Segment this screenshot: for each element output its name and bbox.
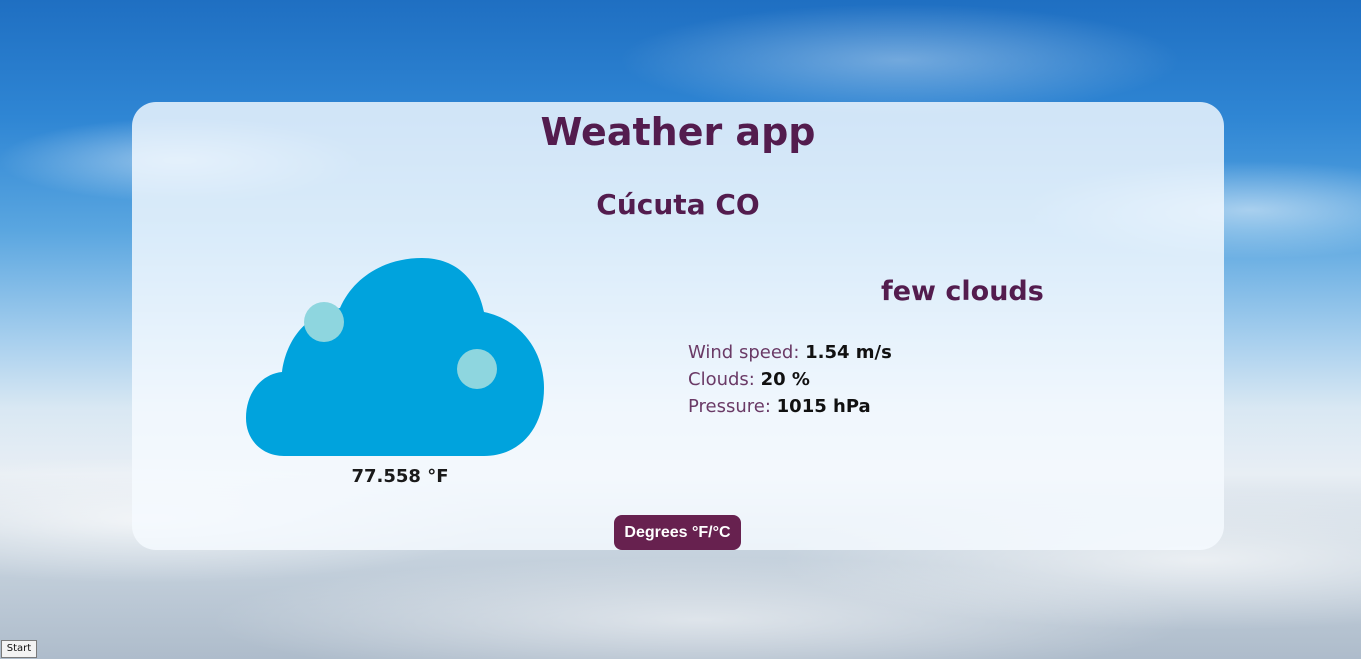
toggle-units-button[interactable]: Degrees °F/°C: [614, 515, 741, 550]
clouds-row: Clouds: 20 %: [688, 366, 892, 393]
city-name: Cúcuta CO: [596, 188, 760, 221]
pressure-label: Pressure:: [688, 396, 777, 417]
cloud-dot-left: [304, 302, 344, 342]
clouds-value: 20 %: [760, 369, 810, 390]
cloud-shape: [246, 258, 544, 456]
wind-speed-row: Wind speed: 1.54 m/s: [688, 339, 892, 366]
wind-speed-value: 1.54 m/s: [805, 342, 892, 363]
cloud-dot-right: [457, 349, 497, 389]
page-title: Weather app: [540, 110, 816, 154]
start-button[interactable]: Start: [1, 640, 37, 658]
temperature: 77.558 °F: [351, 466, 449, 487]
weather-description: few clouds: [881, 276, 1044, 307]
weather-card: Weather app Cúcuta CO 77.558 °F few clou…: [132, 102, 1224, 550]
wind-speed-label: Wind speed:: [688, 342, 806, 363]
pressure-row: Pressure: 1015 hPa: [688, 393, 892, 420]
weather-details: Wind speed: 1.54 m/s Clouds: 20 % Pressu…: [688, 339, 892, 420]
pressure-value: 1015 hPa: [776, 396, 871, 417]
cloud-icon: [246, 258, 544, 456]
clouds-label: Clouds:: [688, 369, 761, 390]
